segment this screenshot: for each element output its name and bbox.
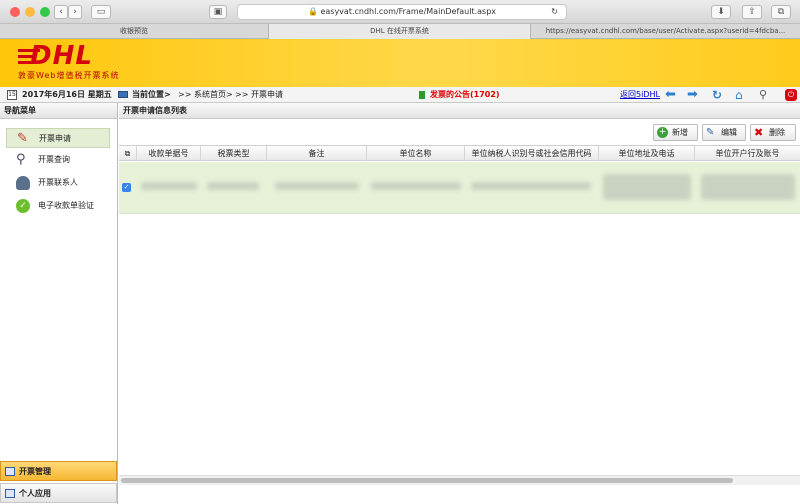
table-row[interactable]: ✓ (119, 162, 800, 214)
panel-title: 开票申请信息列表 (119, 103, 800, 119)
sidebar-toggle-icon[interactable]: ▭ (91, 5, 111, 19)
redacted-cell (207, 182, 259, 190)
pen-icon: ✎ (17, 131, 28, 146)
tab-dhl-system[interactable]: DHL 在线开票系统 (269, 24, 531, 39)
sidebar-section-personal[interactable]: 个人应用 (0, 483, 117, 503)
redacted-cell (701, 174, 795, 200)
redacted-cell (471, 182, 591, 190)
dhl-banner: DHL 敦豪Web增值税开票系统 (0, 39, 800, 87)
table-header: ⧉ 收款单据号 税票类型 备注 单位名称 单位纳税人识别号或社会信用代码 单位地… (119, 145, 800, 161)
breadcrumb-current: >> 开票申请 (235, 90, 283, 99)
col-receipt-no[interactable]: 收款单据号 (137, 146, 201, 161)
redacted-cell (141, 182, 197, 190)
col-taxpayer-id[interactable]: 单位纳税人识别号或社会信用代码 (465, 146, 599, 161)
col-company-name[interactable]: 单位名称 (367, 146, 465, 161)
refresh-icon[interactable]: ↻ (712, 87, 722, 103)
plus-icon: + (657, 127, 668, 138)
lock-icon: 🔒 (307, 7, 318, 16)
info-bar: 15 2017年6月16日 星期五 当前位置> >> 系统首页> >> 开票申请… (0, 87, 800, 103)
calendar-icon: 15 (7, 90, 17, 100)
add-label: 新增 (672, 128, 688, 137)
speaker-icon (419, 91, 425, 99)
edit-label: 编辑 (721, 128, 737, 137)
sidebar-item-invoice-apply[interactable]: ✎ 开票申请 (6, 128, 110, 148)
delete-button[interactable]: ✖ 删除 (750, 124, 796, 141)
announcement-link[interactable]: 发票的公告(1702) (430, 87, 500, 103)
sidebar-item-invoice-query[interactable]: ⚲ 开票查询 (6, 150, 110, 170)
list-icon (5, 467, 15, 476)
share-icon[interactable]: ⇪ (742, 5, 762, 19)
search-icon[interactable]: ⚲ (759, 87, 767, 103)
breadcrumb-home[interactable]: >> 系统首页> (178, 87, 233, 103)
sidebar-item-label: 开票联系人 (38, 178, 78, 187)
sidebar-item-label: 电子收款单验证 (38, 201, 94, 210)
section-label: 开票管理 (19, 467, 51, 476)
col-remark[interactable]: 备注 (267, 146, 367, 161)
list-icon (5, 489, 15, 498)
scrollbar-thumb[interactable] (121, 478, 733, 483)
redacted-cell (603, 174, 691, 200)
redacted-cell (371, 182, 461, 190)
sidebar: 导航菜单 ✎ 开票申请 ⚲ 开票查询 开票联系人 ✓ 电子收款单验证 开票管理 … (0, 103, 118, 504)
horizontal-scrollbar[interactable] (119, 475, 800, 485)
browser-toolbar: ‹ › ▭ ▣ 🔒 easyvat.cndhl.com/Frame/MainDe… (0, 0, 800, 24)
delete-x-icon: ✖ (754, 126, 764, 139)
sidebar-title: 导航菜单 (0, 103, 117, 119)
tab-activate[interactable]: https://easyvat.cndhl.com/base/user/Acti… (531, 24, 800, 39)
section-label: 个人应用 (19, 489, 51, 498)
check-icon: ✓ (16, 199, 30, 213)
pencil-icon: ✎ (706, 127, 715, 138)
back-arrow-icon[interactable]: ⬅ (665, 87, 676, 103)
sidebar-section-invoice-mgmt[interactable]: 开票管理 (0, 461, 117, 481)
system-slogan: 敦豪Web增值税开票系统 (18, 71, 120, 80)
sidebar-item-receipt-verify[interactable]: ✓ 电子收款单验证 (6, 196, 110, 216)
minimize-window-button[interactable] (25, 7, 35, 17)
sidebar-item-contacts[interactable]: 开票联系人 (6, 173, 110, 193)
magnifier-icon: ⚲ (16, 152, 26, 167)
select-all-icon[interactable]: ⧉ (119, 146, 137, 161)
row-checkbox[interactable]: ✓ (122, 183, 131, 192)
tab-preview[interactable]: 收银预览 (0, 24, 269, 39)
return-link[interactable]: 返回5iDHL (620, 87, 660, 103)
redacted-cell (275, 182, 359, 190)
back-button[interactable]: ‹ (54, 5, 68, 19)
location-label: 当前位置> (132, 90, 171, 99)
address-bar[interactable]: 🔒 easyvat.cndhl.com/Frame/MainDefault.as… (237, 4, 567, 20)
monitor-icon (118, 91, 128, 98)
home-icon[interactable]: ⌂ (735, 87, 743, 103)
current-date: 2017年6月16日 星期五 (22, 90, 112, 99)
edit-button[interactable]: ✎ 编辑 (702, 124, 746, 141)
forward-button[interactable]: › (68, 5, 82, 19)
col-address-phone[interactable]: 单位地址及电话 (599, 146, 695, 161)
zoom-window-button[interactable] (40, 7, 50, 17)
close-window-button[interactable] (10, 7, 20, 17)
add-button[interactable]: + 新增 (653, 124, 698, 141)
main-panel: 开票申请信息列表 + 新增 ✎ 编辑 ✖ 删除 ⧉ 收款单据号 税票类型 备注 … (119, 103, 800, 504)
address-text: easyvat.cndhl.com/Frame/MainDefault.aspx (320, 7, 497, 16)
delete-label: 删除 (769, 128, 785, 137)
reader-icon[interactable]: ▣ (209, 5, 227, 19)
contact-icon (16, 176, 30, 190)
tabs-overview-icon[interactable]: ⧉ (771, 5, 791, 19)
dhl-logo: DHL (30, 41, 93, 71)
col-tax-type[interactable]: 税票类型 (201, 146, 267, 161)
download-icon[interactable]: ⬇ (711, 5, 731, 19)
sidebar-item-label: 开票查询 (38, 155, 70, 164)
logout-icon[interactable]: ⏻ (785, 89, 797, 101)
forward-arrow-icon[interactable]: ➡ (687, 87, 698, 103)
action-toolbar: + 新增 ✎ 编辑 ✖ 删除 (119, 121, 800, 145)
col-bank-account[interactable]: 单位开户行及账号 (695, 146, 800, 161)
sidebar-item-label: 开票申请 (39, 134, 71, 143)
reload-icon[interactable]: ↻ (551, 5, 558, 19)
tab-strip: 收银预览 DHL 在线开票系统 https://easyvat.cndhl.co… (0, 24, 800, 39)
